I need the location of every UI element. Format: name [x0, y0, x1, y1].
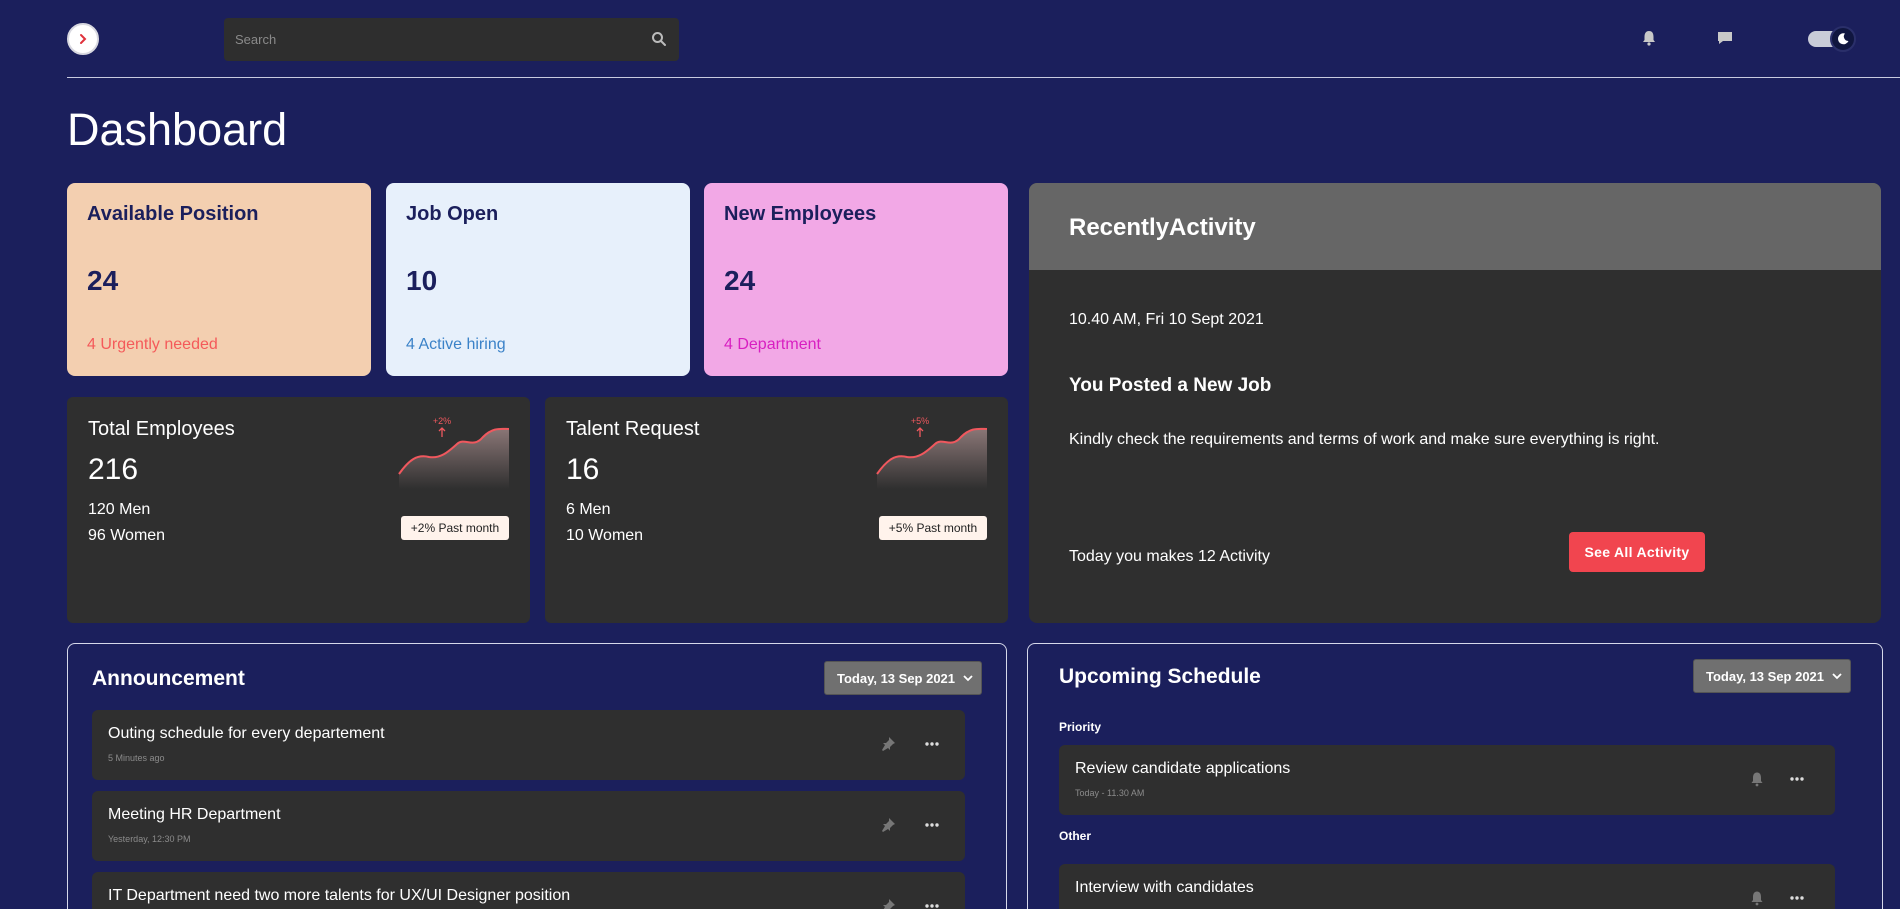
trend-badge: +2% Past month — [401, 516, 509, 540]
search-box — [224, 18, 679, 61]
arrow-up-icon — [438, 427, 446, 437]
see-all-activity-button[interactable]: See All Activity — [1569, 532, 1705, 572]
announcement-item[interactable]: Outing schedule for every departement 5 … — [92, 710, 965, 780]
trend-sparkline: +5% — [876, 417, 988, 489]
activity-count: Today you makes 12 Activity — [1069, 548, 1270, 565]
bell-icon[interactable] — [1749, 890, 1765, 906]
stat-subtext: 4 Active hiring — [406, 336, 506, 353]
stat-subtext: 4 Department — [724, 336, 821, 353]
stat-value: 10 — [406, 265, 438, 296]
chevron-down-icon — [1832, 673, 1842, 680]
trend-sparkline: +2% — [398, 417, 510, 489]
chat-icon[interactable] — [1716, 29, 1734, 47]
card-value: 216 — [88, 453, 139, 486]
total-employees-card: Total Employees 216 120 Men 96 Women +2%… — [67, 397, 530, 623]
more-options-icon[interactable] — [924, 738, 940, 750]
priority-label: Priority — [1059, 720, 1102, 734]
announcement-title: Announcement — [92, 667, 245, 690]
search-icon[interactable] — [651, 31, 667, 47]
chevron-right-icon — [80, 34, 87, 44]
bell-icon[interactable] — [1640, 29, 1658, 47]
search-input[interactable] — [224, 18, 634, 61]
schedule-item[interactable]: Review candidate applications Today - 11… — [1059, 745, 1835, 815]
dashboard-page: Dashboard Available Position 24 4 Urgent… — [0, 0, 1900, 909]
arrow-up-icon — [916, 427, 924, 437]
schedule-item[interactable]: Interview with candidates — [1059, 864, 1835, 909]
schedule-item-time: Today - 11.30 AM — [1075, 788, 1145, 798]
more-options-icon[interactable] — [1789, 773, 1805, 785]
other-label: Other — [1059, 829, 1092, 843]
date-select-value: Today, 13 Sep 2021 — [837, 670, 956, 686]
announcement-item[interactable]: Meeting HR Department Yesterday, 12:30 P… — [92, 791, 965, 861]
top-bar — [0, 0, 1900, 78]
pin-icon[interactable] — [880, 898, 896, 909]
announcement-item-title: Outing schedule for every departement — [108, 725, 385, 742]
women-count: 10 Women — [566, 527, 644, 544]
trend-change-label: +2% — [433, 417, 451, 426]
announcement-item-time: Yesterday, 12:30 PM — [108, 834, 191, 844]
announcement-item[interactable]: IT Department need two more talents for … — [92, 872, 965, 909]
recent-activity-card: RecentlyActivity 10.40 AM, Fri 10 Sept 2… — [1029, 183, 1881, 623]
stat-value: 24 — [87, 265, 119, 296]
trend-change-label: +5% — [911, 417, 929, 426]
announcement-date-select[interactable]: Today, 13 Sep 2021 — [824, 661, 982, 695]
more-options-icon[interactable] — [1789, 892, 1805, 904]
stat-label: New Employees — [724, 203, 877, 225]
header-divider — [67, 77, 1900, 78]
card-value: 16 — [566, 453, 600, 486]
men-count: 120 Men — [88, 501, 151, 518]
stat-card-job-open: Job Open 10 4 Active hiring — [386, 183, 690, 376]
talent-request-card: Talent Request 16 6 Men 10 Women +5% +5%… — [545, 397, 1008, 623]
announcement-item-title: Meeting HR Department — [108, 806, 281, 823]
activity-description: Kindly check the requirements and terms … — [1069, 431, 1660, 448]
stat-value: 24 — [724, 265, 756, 296]
stat-card-available-position: Available Position 24 4 Urgently needed — [67, 183, 371, 376]
bell-icon[interactable] — [1749, 771, 1765, 787]
upcoming-schedule-panel: Upcoming Schedule Today, 13 Sep 2021 Pri… — [1027, 643, 1883, 909]
schedule-title: Upcoming Schedule — [1059, 665, 1261, 688]
page-title: Dashboard — [67, 104, 288, 155]
announcement-item-time: 5 Minutes ago — [108, 753, 165, 763]
announcement-panel: Announcement Today, 13 Sep 2021 Outing s… — [67, 643, 1007, 909]
men-count: 6 Men — [566, 501, 611, 518]
activity-headline: You Posted a New Job — [1069, 375, 1272, 396]
sidebar-toggle-button[interactable] — [67, 23, 99, 55]
recent-activity-header: RecentlyActivity — [1029, 183, 1881, 270]
stat-subtext: 4 Urgently needed — [87, 336, 218, 353]
card-title: Talent Request — [566, 418, 700, 440]
more-options-icon[interactable] — [924, 900, 940, 909]
theme-toggle[interactable] — [1808, 26, 1858, 52]
stat-label: Job Open — [406, 203, 499, 225]
women-count: 96 Women — [88, 527, 166, 544]
date-select-value: Today, 13 Sep 2021 — [1706, 668, 1825, 684]
schedule-item-title: Interview with candidates — [1075, 879, 1254, 896]
chevron-down-icon — [963, 675, 973, 682]
schedule-item-title: Review candidate applications — [1075, 760, 1291, 777]
schedule-date-select[interactable]: Today, 13 Sep 2021 — [1693, 659, 1851, 693]
moon-icon — [1837, 33, 1849, 45]
announcement-item-title: IT Department need two more talents for … — [108, 887, 571, 904]
recent-activity-title: RecentlyActivity — [1069, 214, 1256, 241]
stat-label: Available Position — [87, 203, 259, 225]
trend-badge: +5% Past month — [879, 516, 987, 540]
pin-icon[interactable] — [880, 817, 896, 833]
stat-card-new-employees: New Employees 24 4 Department — [704, 183, 1008, 376]
card-title: Total Employees — [88, 418, 235, 440]
theme-toggle-knob — [1830, 26, 1856, 52]
more-options-icon[interactable] — [924, 819, 940, 831]
activity-timestamp: 10.40 AM, Fri 10 Sept 2021 — [1069, 311, 1264, 328]
pin-icon[interactable] — [880, 736, 896, 752]
